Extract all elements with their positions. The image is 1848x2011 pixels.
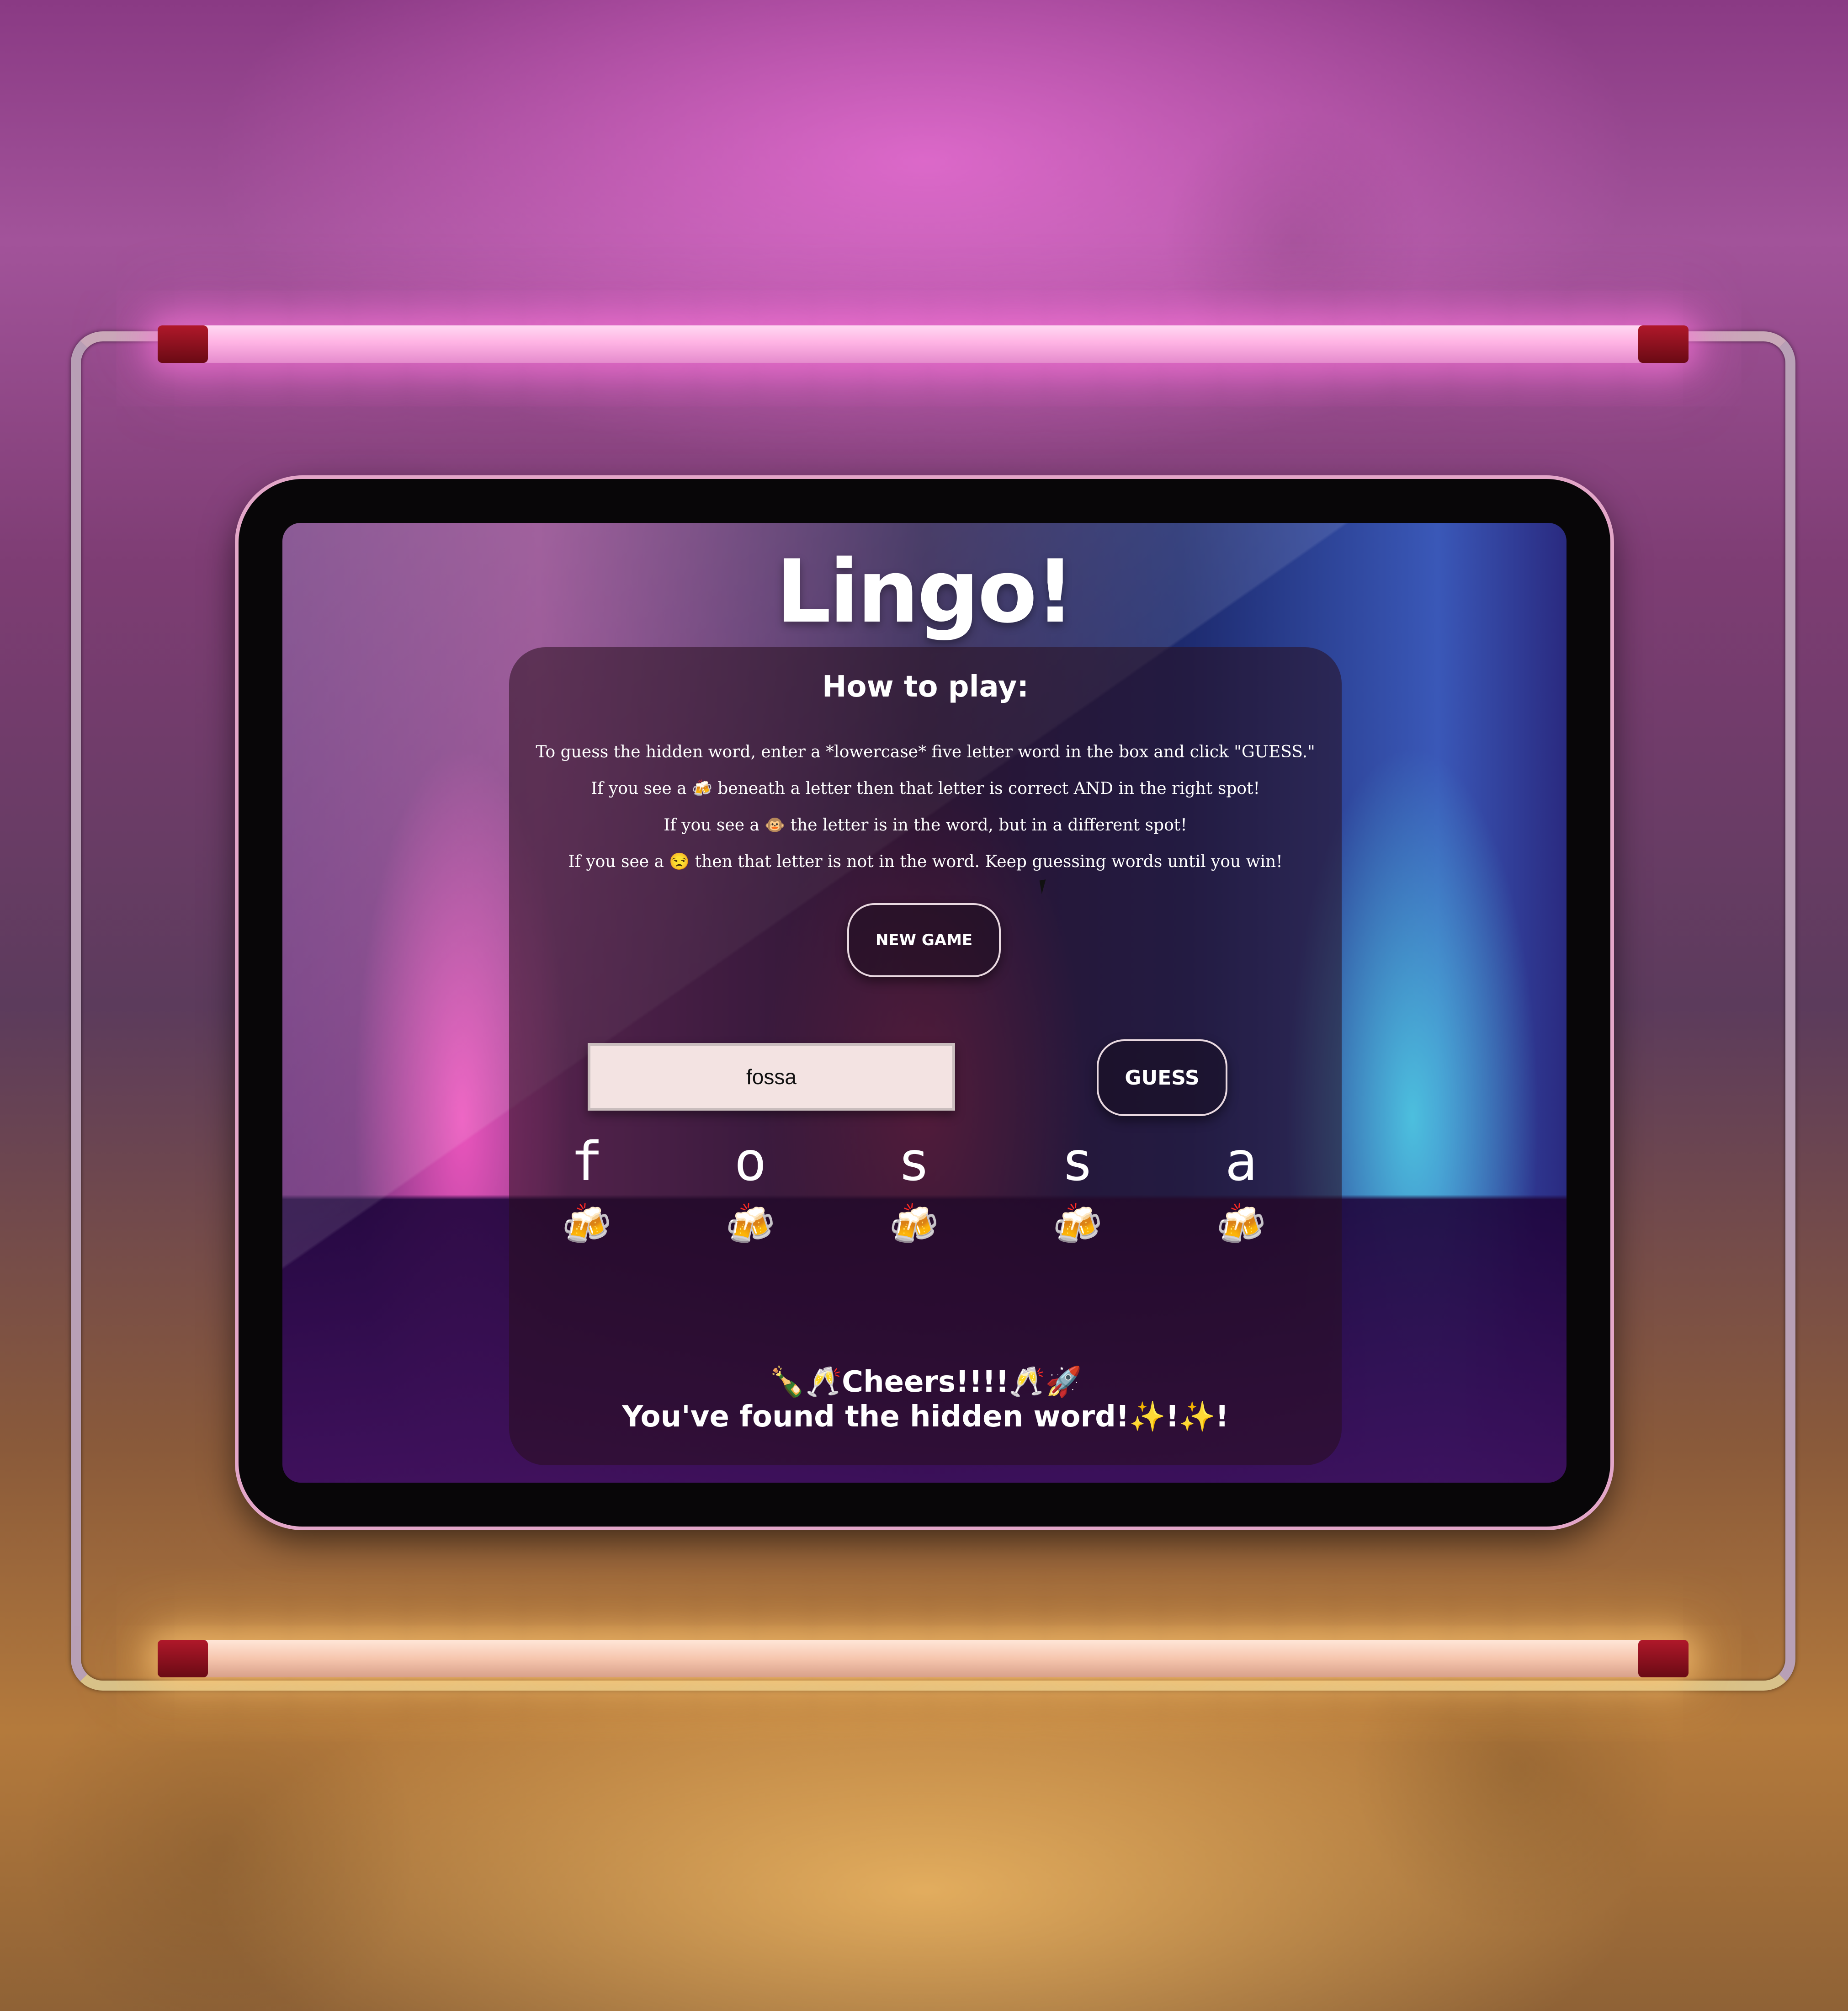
tablet-screen: Lingo! How to play: To guess the hidden …: [282, 523, 1567, 1483]
beer-mugs-icon: 🍻: [1052, 1201, 1103, 1248]
guess-input[interactable]: [588, 1043, 955, 1111]
beer-mugs-icon: 🍻: [1216, 1201, 1266, 1248]
tube-cap-left: [158, 1640, 208, 1677]
tube-cap-left: [158, 325, 208, 363]
mouse-cursor-icon: [1039, 878, 1055, 894]
letter-cell: o 🍻: [709, 1132, 791, 1250]
neon-tube-top: [158, 325, 1689, 363]
rule-text: If you see a 🐵 the letter is in the word…: [664, 816, 1187, 835]
rules-list: To guess the hidden word, enter a *lower…: [527, 734, 1323, 880]
letter: s: [1061, 1130, 1094, 1193]
letter: o: [734, 1130, 767, 1193]
beer-mugs-icon: 🍻: [725, 1201, 775, 1248]
letter: s: [897, 1130, 930, 1193]
tablet-device: Lingo! How to play: To guess the hidden …: [239, 479, 1610, 1527]
beer-mugs-icon: 🍻: [562, 1201, 612, 1248]
neon-tube-bottom: [158, 1640, 1689, 1677]
letter-cell: s 🍻: [1036, 1132, 1119, 1250]
result-line-1: 🍾🥂Cheers!!!!🥂🚀: [769, 1365, 1082, 1399]
result-message: 🍾🥂Cheers!!!!🥂🚀 You've found the hidden w…: [509, 1365, 1342, 1434]
game-panel: How to play: To guess the hidden word, e…: [509, 647, 1342, 1465]
beer-mugs-icon: 🍻: [889, 1201, 939, 1248]
new-game-button[interactable]: NEW GAME: [847, 903, 1001, 977]
rule-text: If you see a 🍻 beneath a letter then tha…: [590, 779, 1260, 798]
tube-cap-right: [1638, 325, 1689, 363]
tube-cap-right: [1638, 1640, 1689, 1677]
letter-cell: f 🍻: [546, 1132, 628, 1250]
rule-text: To guess the hidden word, enter a *lower…: [536, 743, 1315, 761]
result-line-2: You've found the hidden word!✨!✨!: [622, 1400, 1229, 1434]
letter: a: [1225, 1130, 1258, 1193]
guess-button[interactable]: GUESS: [1097, 1039, 1227, 1116]
letter-cell: s 🍻: [873, 1132, 955, 1250]
howto-title: How to play:: [822, 670, 1029, 704]
rule-text: If you see a 😒 then that letter is not i…: [568, 852, 1283, 871]
app-title: Lingo!: [775, 541, 1075, 642]
letter-cell: a 🍻: [1200, 1132, 1282, 1250]
letter: f: [570, 1130, 603, 1193]
